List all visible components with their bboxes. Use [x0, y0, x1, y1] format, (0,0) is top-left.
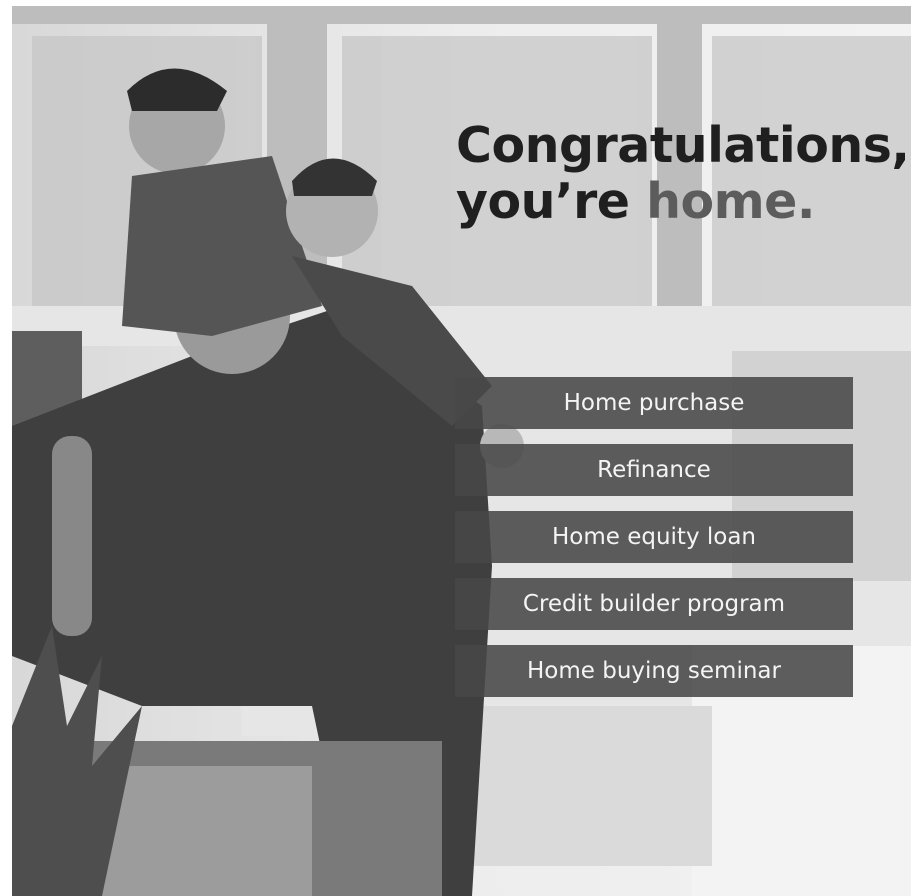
- headline-line1: Congratulations,: [456, 117, 910, 174]
- ad-banner: Congratulations, you’re home. Home purch…: [12, 6, 911, 896]
- headline: Congratulations, you’re home.: [456, 118, 910, 230]
- headline-line2-accent: home.: [646, 173, 816, 230]
- home-buying-seminar-button[interactable]: Home buying seminar: [455, 645, 853, 697]
- loan-options-menu: Home purchase Refinance Home equity loan…: [455, 377, 853, 697]
- headline-line2-prefix: you’re: [456, 173, 630, 230]
- refinance-button[interactable]: Refinance: [455, 444, 853, 496]
- credit-builder-program-button[interactable]: Credit builder program: [455, 578, 853, 630]
- home-purchase-button[interactable]: Home purchase: [455, 377, 853, 429]
- home-equity-loan-button[interactable]: Home equity loan: [455, 511, 853, 563]
